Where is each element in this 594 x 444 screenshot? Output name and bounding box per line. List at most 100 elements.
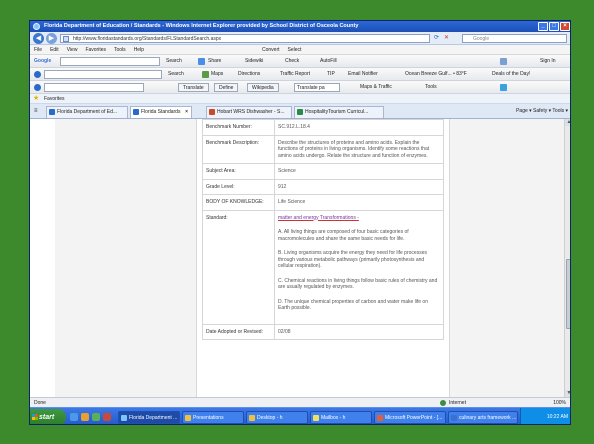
tab-favicon	[297, 109, 303, 115]
quicklaunch-folder-icon[interactable]	[81, 413, 89, 421]
google-search-button[interactable]: Search	[166, 55, 182, 68]
convert-button[interactable]: Convert	[262, 45, 280, 54]
menu-help[interactable]: Help	[134, 45, 144, 54]
back-arrow-icon[interactable]: ◀	[33, 33, 44, 44]
clock[interactable]: 10:22 AM	[547, 414, 568, 420]
favorites-star-icon[interactable]: ★	[33, 95, 40, 102]
page-tools-menu[interactable]: Page ▾ Safety ▾ Tools ▾	[516, 107, 568, 116]
scroll-down-icon[interactable]: ▼	[565, 390, 570, 397]
tab-label: Florida Department of Ed...	[57, 109, 118, 115]
body-of-knowledge-value: Life Science	[274, 194, 444, 211]
tip-button[interactable]: TIP	[327, 68, 335, 81]
subject-area-label: Subject Area:	[202, 163, 275, 180]
tab-favicon	[49, 109, 55, 115]
quicklaunch-desktop-icon[interactable]	[92, 413, 100, 421]
weather-button[interactable]: Ocean Breeze Gulf... • 83°F	[405, 68, 467, 81]
translate-search-input[interactable]	[44, 83, 144, 92]
powerpoint-icon	[377, 415, 383, 421]
traffic-report-button[interactable]: Traffic Report	[280, 68, 310, 81]
table-row: Benchmark Description: Describe the stru…	[202, 134, 444, 164]
select-button[interactable]: Select	[288, 45, 302, 54]
define-button[interactable]: Define	[214, 83, 239, 92]
menu-view[interactable]: View	[67, 45, 78, 54]
tab-bar: ≡ Florida Department of Ed... Florida St…	[30, 104, 570, 119]
quicklaunch-app-icon[interactable]	[103, 413, 111, 421]
email-notifier-button[interactable]: Email Notifier	[348, 68, 378, 81]
right-gutter	[449, 119, 564, 397]
menu-file[interactable]: File	[34, 45, 42, 54]
standard-paragraph: A. All living things are composed of fou…	[278, 229, 409, 242]
tab-close-icon[interactable]: ×	[185, 107, 188, 118]
stop-icon[interactable]: ✕	[444, 34, 449, 41]
refresh-icon[interactable]: ⟳	[434, 34, 439, 41]
google-toolbar: Google Search Share Sidewiki Check AutoF…	[30, 55, 570, 68]
tab-florida-doe[interactable]: Florida Department of Ed...	[46, 106, 128, 118]
taskbar-item-mailbox[interactable]: Mailbox - h	[310, 411, 372, 424]
page-icon	[63, 36, 69, 42]
window-title: Florida Department of Education / Standa…	[44, 23, 359, 29]
menu-edit[interactable]: Edit	[50, 45, 59, 54]
tab-label: Florida Standards	[141, 109, 181, 115]
tab-hospitality[interactable]: HospitalityTourism Curricul...	[294, 106, 384, 118]
favorites-bar: ★ Favorites	[30, 94, 570, 104]
check-button[interactable]: Check	[285, 55, 299, 68]
menu-bar: File Edit View Favorites Tools Help Conv…	[30, 45, 570, 55]
grade-level-value: 912	[274, 178, 444, 195]
maps-button[interactable]: Maps	[211, 68, 223, 81]
local-toolbar: Search Maps Directions Traffic Report TI…	[30, 68, 570, 81]
maps-traffic-button[interactable]: Maps & Traffic	[360, 81, 392, 94]
menu-favorites[interactable]: Favorites	[85, 45, 106, 54]
local-search-input[interactable]	[44, 70, 162, 79]
benchmark-number-label: Benchmark Number:	[202, 119, 275, 136]
taskbar-item-presentations[interactable]: Presentations	[182, 411, 244, 424]
sidewiki-button[interactable]: Sidewiki	[245, 55, 263, 68]
search-input[interactable]: Google	[462, 34, 567, 43]
tools-button[interactable]: Tools	[425, 81, 437, 94]
close-button[interactable]: ×	[560, 22, 570, 31]
quicklaunch-ie-icon[interactable]	[70, 413, 78, 421]
translate-page-select[interactable]: Translate pa	[294, 83, 340, 92]
table-row: Date Adopted or Revised: 02/08	[202, 323, 444, 340]
tab-hobart[interactable]: Hobart WRS Dishwasher - S...	[206, 106, 292, 118]
deals-button[interactable]: Deals of the Day!	[492, 68, 530, 81]
taskbar-item-florida[interactable]: Florida Department ...	[118, 411, 180, 424]
tab-label: Hobart WRS Dishwasher - S...	[217, 109, 285, 115]
grade-level-label: Grade Level:	[202, 178, 275, 195]
autofill-button[interactable]: AutoFill	[320, 55, 337, 68]
scroll-up-icon[interactable]: ▲	[565, 119, 570, 126]
tab-list-icon[interactable]: ≡	[34, 108, 38, 114]
standard-title-link[interactable]: matter and energy Transformations -	[278, 215, 440, 222]
signin-link[interactable]: Sign In	[540, 55, 556, 68]
taskbar-item-culinary[interactable]: culinary arts framework ...	[448, 411, 518, 424]
minimize-button[interactable]: _	[538, 22, 548, 31]
table-row: BODY OF KNOWLEDGE: Life Science	[202, 194, 444, 211]
forward-arrow-icon[interactable]: ▶	[46, 33, 57, 44]
taskbar-item-desktop[interactable]: Desktop - h	[246, 411, 308, 424]
vertical-scrollbar[interactable]: ▲ ▼	[564, 119, 570, 397]
toolbar-g-icon	[34, 84, 41, 91]
standard-paragraph: B. Living organisms acquire the energy t…	[278, 250, 427, 269]
windows-taskbar: start Florida Department ... Presentatio…	[30, 407, 570, 424]
settings-wrench-icon[interactable]	[500, 58, 507, 65]
start-button[interactable]: start	[30, 409, 66, 424]
url-input[interactable]: http://www.floridastandards.org/Standard…	[60, 34, 430, 43]
google-search-input[interactable]	[60, 57, 160, 66]
share-button[interactable]: Share	[208, 55, 221, 68]
local-search-button[interactable]: Search	[168, 68, 184, 81]
scrollbar-thumb[interactable]	[566, 259, 570, 329]
address-bar: ◀ ▶ http://www.floridastandards.org/Stan…	[30, 32, 570, 45]
left-gutter	[55, 119, 197, 397]
tab-florida-standards[interactable]: Florida Standards ×	[130, 106, 192, 118]
body-of-knowledge-label: BODY OF KNOWLEDGE:	[202, 194, 275, 211]
bookmark-icon[interactable]	[198, 58, 205, 65]
taskbar-item-powerpoint[interactable]: Microsoft PowerPoint - [...	[374, 411, 446, 424]
table-row: Benchmark Number: SC.912.L.18.4	[202, 119, 444, 136]
directions-button[interactable]: Directions	[238, 68, 260, 81]
favorites-label[interactable]: Favorites	[44, 96, 65, 102]
weather-widget-icon	[500, 84, 507, 91]
table-row: Grade Level: 912	[202, 178, 444, 195]
translate-button[interactable]: Translate	[178, 83, 209, 92]
maximize-button[interactable]: □	[549, 22, 559, 31]
menu-tools[interactable]: Tools	[114, 45, 126, 54]
wikipedia-button[interactable]: Wikipedia	[247, 83, 279, 92]
